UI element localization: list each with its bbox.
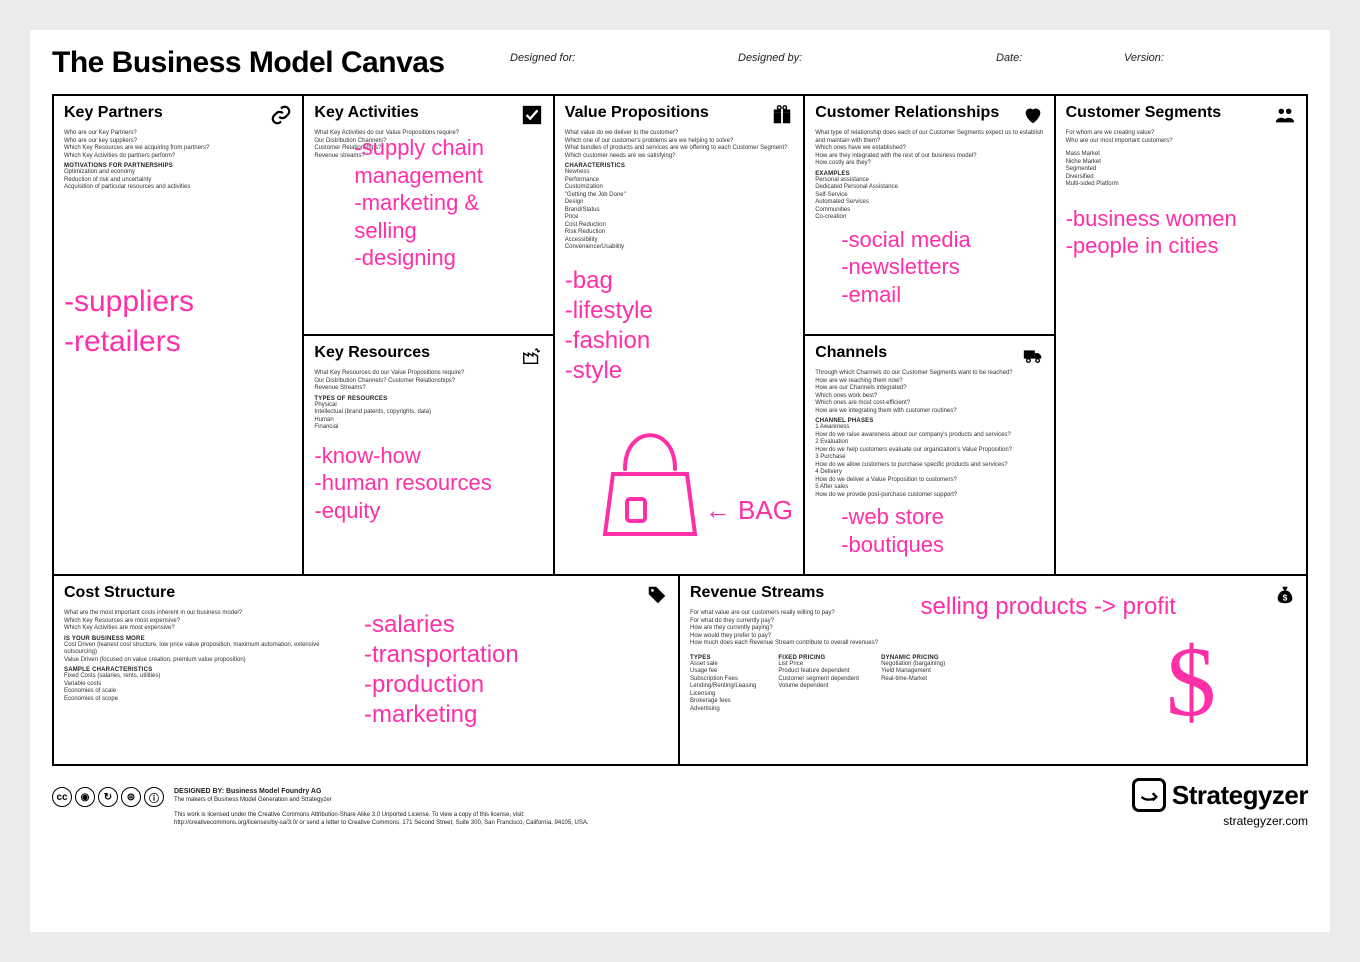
annotation: -social media -newsletters -email xyxy=(815,226,1043,309)
cell-key-resources: Key Resources What Key Resources do our … xyxy=(304,336,554,576)
meta-designed-for: Designed for: xyxy=(510,46,710,64)
annotation: -business women -people in cities xyxy=(1066,205,1296,260)
canvas-grid: Key Partners Who are our Key Partners? W… xyxy=(52,94,1308,766)
cc-icon: cc xyxy=(52,787,72,807)
cc-license-badges: cc ◉ ↻ ⊜ ⓘ xyxy=(52,787,164,807)
canvas-title: The Business Model Canvas xyxy=(52,46,482,80)
link-icon xyxy=(270,104,292,126)
svg-text:$: $ xyxy=(1283,594,1288,603)
cell-customer-relationships: Customer Relationships What type of rela… xyxy=(805,96,1055,336)
strategyzer-branding: Strategyzer strategyzer.com xyxy=(1132,778,1308,828)
annotation: -know-how -human resources -equity xyxy=(314,442,542,525)
cc-info-icon: ⓘ xyxy=(144,787,164,807)
bag-label: ← BAG xyxy=(705,495,793,526)
annotation: selling products -> profit xyxy=(921,592,1176,622)
bag-drawing-icon xyxy=(595,414,705,544)
cell-title-label: Value Propositions xyxy=(565,104,709,122)
annotation: -suppliers -retailers xyxy=(64,282,292,363)
cc-sa-icon: ↻ xyxy=(98,787,118,807)
footer: cc ◉ ↻ ⊜ ⓘ DESIGNED BY: Business Model F… xyxy=(52,778,1308,828)
cell-value-propositions: Value Propositions What value do we deli… xyxy=(555,96,805,576)
people-icon xyxy=(1274,104,1296,126)
cell-title-label: Channels xyxy=(815,344,887,362)
heart-icon xyxy=(1022,104,1044,126)
cell-title-label: Cost Structure xyxy=(64,584,175,602)
cell-key-activities: Key Activities What Key Activities do ou… xyxy=(304,96,554,336)
cell-channels: Channels Through which Channels do our C… xyxy=(805,336,1055,576)
cell-cost-structure: Cost Structure What are the most importa… xyxy=(54,576,680,766)
cell-title-label: Customer Relationships xyxy=(815,104,999,122)
factory-icon xyxy=(521,344,543,366)
cell-customer-segments: Customer Segments For whom are we creati… xyxy=(1056,96,1306,576)
gift-icon xyxy=(771,104,793,126)
meta-date: Date: xyxy=(996,46,1096,64)
annotation: -salaries -transportation -production -m… xyxy=(364,610,519,730)
truck-icon xyxy=(1022,344,1044,366)
cell-revenue-streams: Revenue Streams $ For what value are our… xyxy=(680,576,1306,766)
cc-nd-icon: ⊜ xyxy=(121,787,141,807)
prompt-text: Who are our Key Partners? Who are our ke… xyxy=(64,130,292,160)
annotation: -supply chain management -marketing & se… xyxy=(354,134,546,272)
cell-title-label: Revenue Streams xyxy=(690,584,824,602)
annotation: -bag -lifestyle -fashion -style xyxy=(565,266,793,386)
checkbox-icon xyxy=(521,104,543,126)
annotation: -web store -boutiques xyxy=(815,503,1043,558)
cell-title-label: Key Resources xyxy=(314,344,430,362)
meta-designed-by: Designed by: xyxy=(738,46,968,64)
header: The Business Model Canvas Designed for: … xyxy=(52,46,1308,80)
cell-title-label: Customer Segments xyxy=(1066,104,1222,122)
dollar-sign-icon: $ xyxy=(1166,624,1216,739)
business-model-canvas: The Business Model Canvas Designed for: … xyxy=(30,30,1330,932)
tag-icon xyxy=(646,584,668,606)
cc-by-icon: ◉ xyxy=(75,787,95,807)
strategyzer-logo-icon xyxy=(1132,778,1166,812)
cell-title-label: Key Activities xyxy=(314,104,418,122)
meta-version: Version: xyxy=(1124,46,1204,64)
moneybag-icon: $ xyxy=(1274,584,1296,606)
cell-key-partners: Key Partners Who are our Key Partners? W… xyxy=(54,96,304,576)
cell-title-label: Key Partners xyxy=(64,104,163,122)
